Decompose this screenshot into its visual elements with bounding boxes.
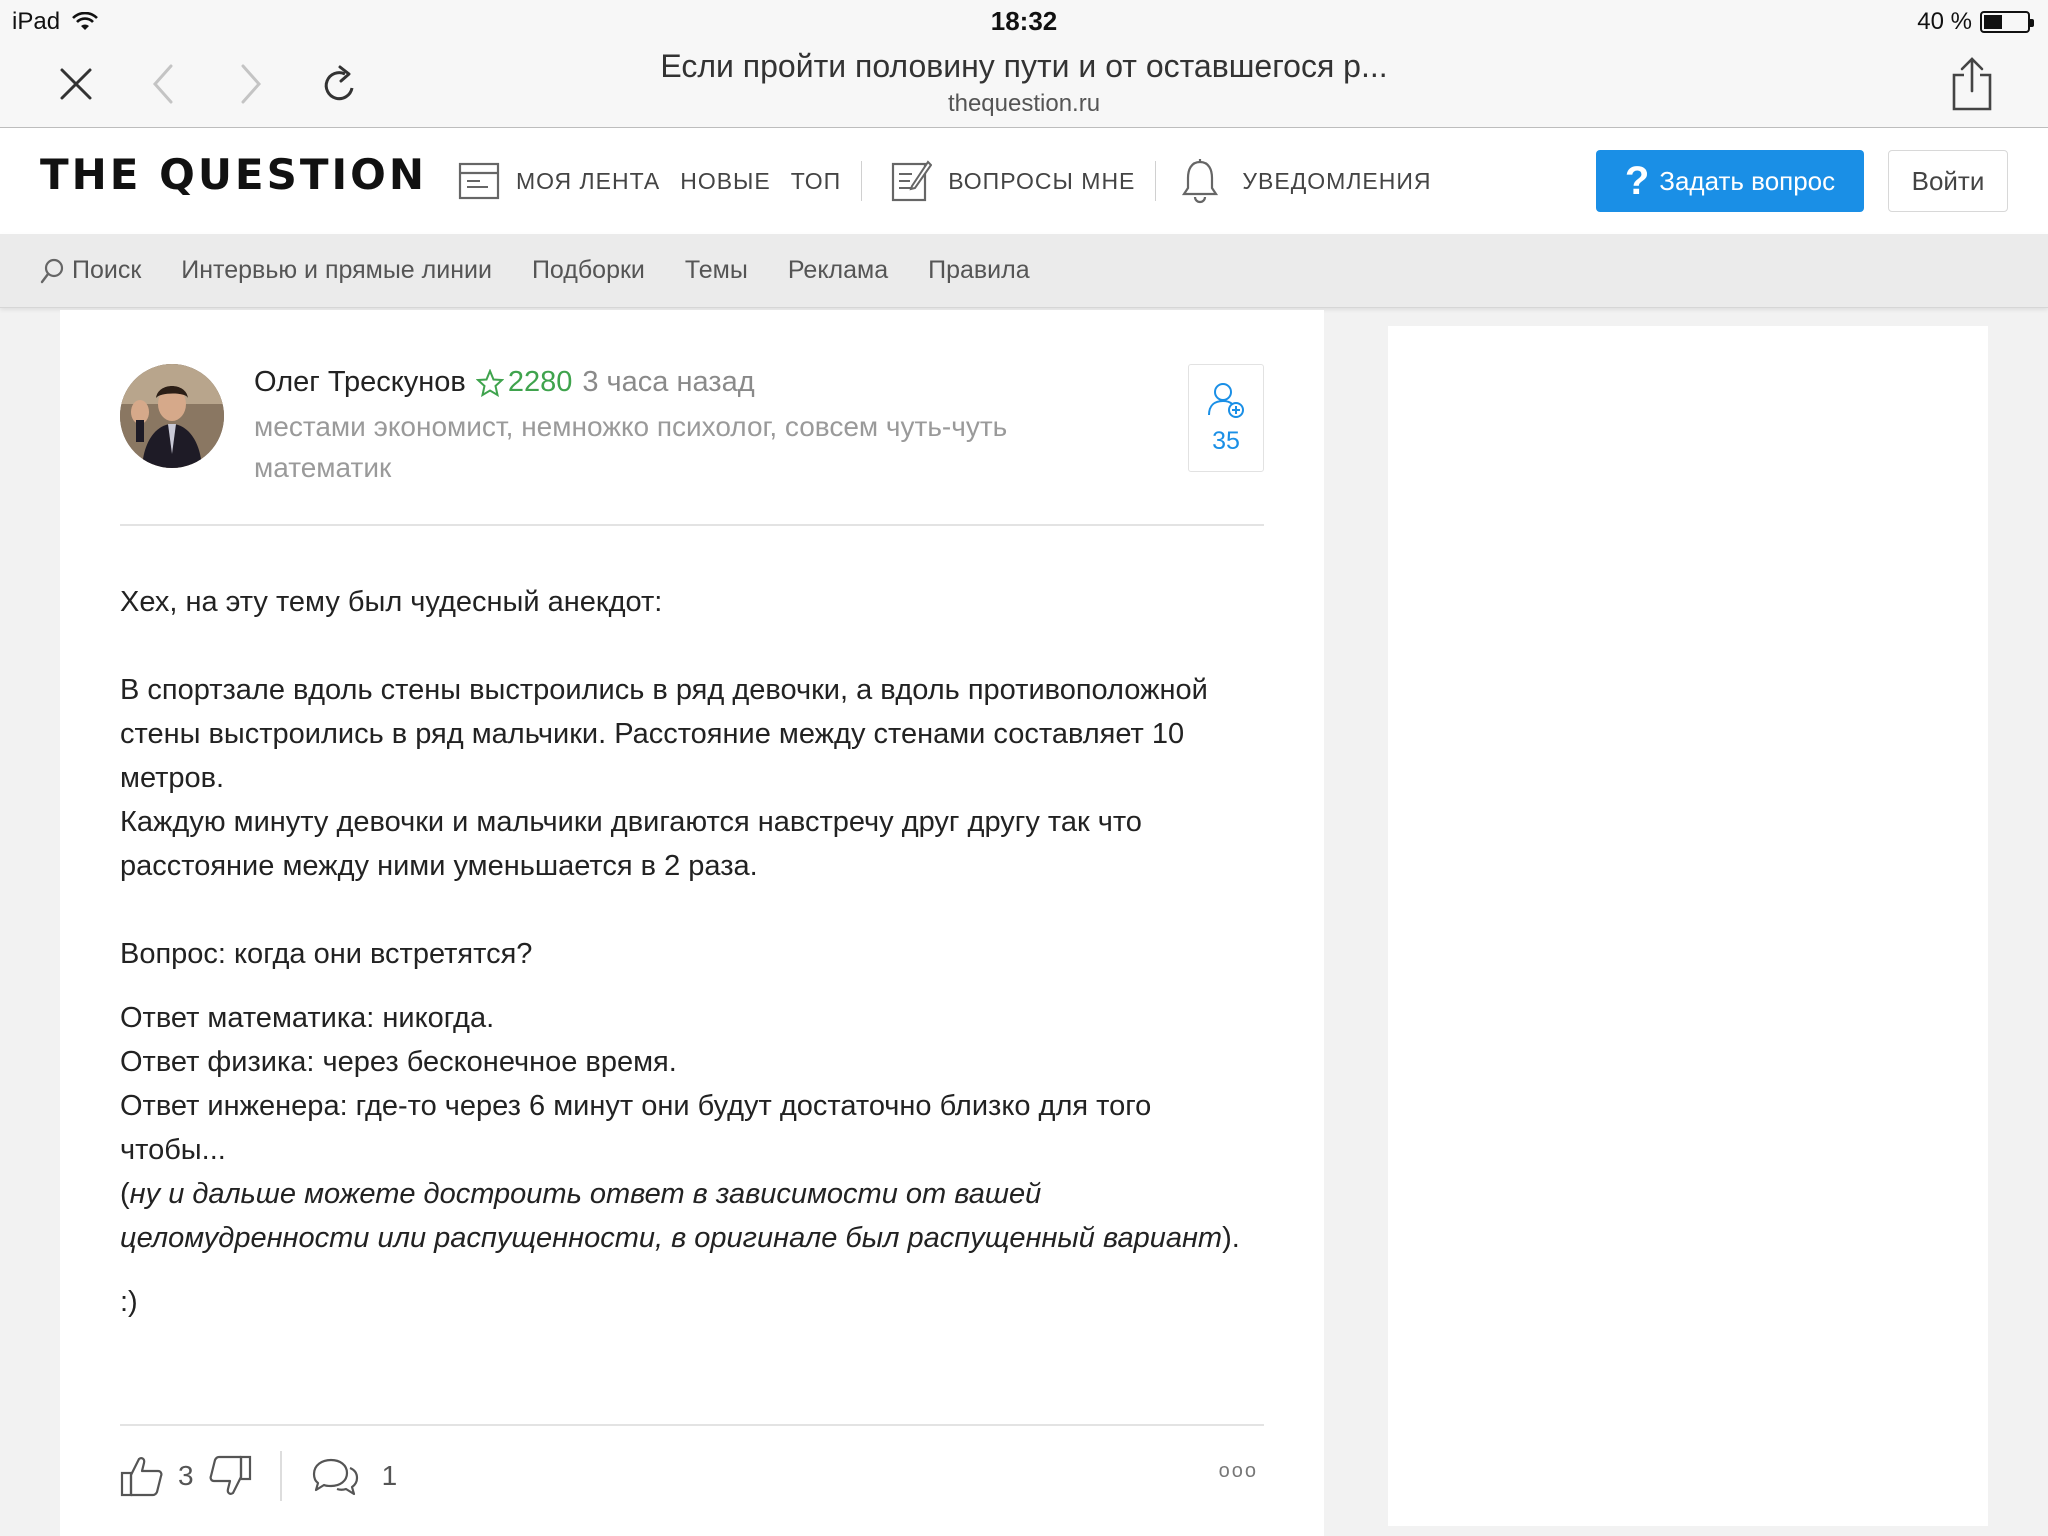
answer-paragraph: Вопрос: когда они встретятся?: [120, 938, 533, 970]
followers-count: 35: [1212, 426, 1240, 455]
likes-count: 3: [178, 1460, 194, 1491]
address-bar[interactable]: thequestion.ru: [0, 90, 2048, 118]
site-logo[interactable]: THE QUESTION: [40, 150, 427, 199]
divider: [120, 524, 1264, 526]
follow-author-button[interactable]: 35: [1188, 364, 1264, 472]
answer-timestamp: 3 часа назад: [582, 366, 755, 398]
search-icon: [40, 258, 64, 283]
sidebar-panel: [1388, 326, 1988, 1526]
edit-icon: [892, 160, 933, 202]
subnav-item-collections[interactable]: Подборки: [532, 256, 645, 285]
feed-icon: [458, 162, 500, 200]
author-name[interactable]: Олег Трескунов: [254, 366, 466, 399]
main-nav: МОЯ ЛЕНТА НОВЫЕ ТОП ВОПРОСЫ МНЕ УВЕДОМЛЕ…: [458, 158, 1432, 204]
answer-paragraph: :): [120, 1286, 138, 1318]
paren-close: ).: [1222, 1222, 1240, 1254]
divider: [120, 1424, 1264, 1426]
subnav-item-ads[interactable]: Реклама: [788, 256, 888, 285]
status-bar: iPad 18:32 40 %: [0, 0, 2048, 40]
answer-paragraph: (ну и дальше можете достроить ответ в за…: [120, 1172, 1264, 1260]
answer-card: Олег Трескунов 2280 3 часа назад местами…: [60, 310, 1324, 1536]
answer-paragraph: Каждую минуту девочки и мальчики двигают…: [120, 806, 1142, 882]
answer-paragraph: Ответ математика: никогда.: [120, 1002, 495, 1034]
author-avatar[interactable]: [120, 364, 224, 468]
answer-paragraph: Хех, на эту тему был чудесный анекдот:: [120, 586, 663, 618]
divider: [861, 161, 863, 201]
thumbs-up-icon[interactable]: [120, 1455, 164, 1497]
bell-icon: [1182, 159, 1219, 204]
answer-paragraph: В спортзале вдоль стены выстроились в ря…: [120, 674, 1208, 794]
rating-value: 2280: [507, 366, 573, 398]
subnav-item-interviews[interactable]: Интервью и прямые линии: [181, 256, 492, 285]
clock: 18:32: [990, 6, 1058, 36]
star-icon: [475, 368, 504, 397]
thumbs-down-icon[interactable]: [208, 1455, 252, 1497]
nav-questions-to-me[interactable]: ВОПРОСЫ МНЕ: [948, 168, 1135, 195]
battery-icon: [1980, 11, 2034, 33]
more-options-button[interactable]: ooo: [1219, 1460, 1258, 1483]
login-button[interactable]: Войти: [1888, 150, 2008, 212]
comments-icon: [312, 1458, 358, 1496]
answer-italic-note: ну и дальше можете достроить ответ в зав…: [120, 1178, 1223, 1254]
divider: [1155, 161, 1157, 201]
ask-question-button[interactable]: ? Задать вопрос: [1596, 150, 1864, 212]
comments-button[interactable]: 1: [310, 1456, 398, 1496]
author-rating: 2280: [475, 366, 573, 399]
add-user-icon: [1208, 382, 1244, 418]
browser-toolbar: Если пройти половину пути и от оставшего…: [0, 40, 2048, 128]
battery-percent: 40 %: [1917, 8, 1972, 35]
author-description: местами экономист, немножко психолог, со…: [254, 411, 1008, 483]
site-header: THE QUESTION МОЯ ЛЕНТА НОВЫЕ ТОП ВОПРОСЫ…: [0, 128, 2048, 234]
comments-count: 1: [381, 1460, 398, 1491]
avatar-image: [120, 364, 224, 468]
subnav-item-rules[interactable]: Правила: [928, 256, 1030, 285]
share-button[interactable]: [1944, 56, 2000, 112]
question-mark-icon: ?: [1624, 159, 1650, 203]
answer-paragraph: Ответ инженера: где-то через 6 минут они…: [120, 1090, 1152, 1166]
nav-new[interactable]: НОВЫЕ: [680, 168, 771, 195]
search-link[interactable]: Поиск: [40, 256, 141, 285]
page-title: Если пройти половину пути и от оставшего…: [660, 48, 1388, 84]
search-label: Поиск: [72, 256, 142, 284]
share-icon: [1952, 57, 1992, 111]
subnav-item-topics[interactable]: Темы: [685, 256, 748, 285]
answer-actions: 3 1 ooo: [120, 1446, 1264, 1506]
nav-top[interactable]: ТОП: [791, 168, 841, 195]
nav-my-feed[interactable]: МОЯ ЛЕНТА: [516, 168, 660, 195]
nav-notifications[interactable]: УВЕДОМЛЕНИЯ: [1242, 168, 1431, 195]
answer-paragraph: Ответ физика: через бесконечное время.: [120, 1046, 677, 1078]
ask-question-label: Задать вопрос: [1659, 165, 1836, 196]
divider: [279, 1451, 282, 1501]
answer-body: Хех, на эту тему был чудесный анекдот: В…: [120, 580, 1264, 1324]
secondary-nav: Поиск Интервью и прямые линии Подборки Т…: [0, 234, 2048, 308]
paren-open: (: [120, 1178, 130, 1210]
author-line: Олег Трескунов 2280 3 часа назад: [254, 366, 755, 399]
